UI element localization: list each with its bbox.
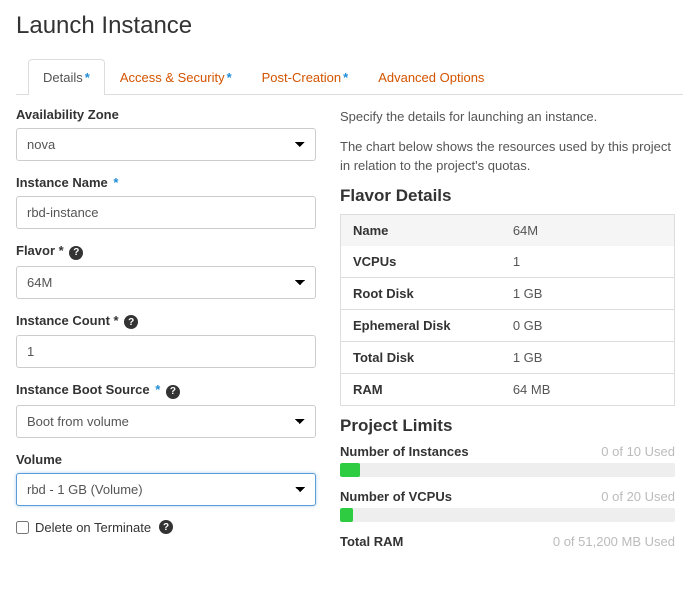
tab-details[interactable]: Details*: [28, 59, 105, 95]
flavor-select[interactable]: 64M: [16, 266, 316, 299]
project-limits-title: Project Limits: [340, 416, 675, 436]
required-asterisk: *: [113, 175, 118, 190]
progress-bar: [340, 463, 675, 477]
instance-count-label: Instance Count * ?: [16, 313, 316, 330]
required-asterisk: *: [227, 70, 232, 85]
question-circle-icon[interactable]: ?: [159, 520, 173, 534]
limit-ram: Total RAM 0 of 51,200 MB Used: [340, 534, 675, 549]
flavor-label: Flavor * ?: [16, 243, 316, 260]
limit-title: Number of Instances: [340, 444, 469, 459]
tab-label: Details: [43, 70, 83, 85]
tab-post-creation[interactable]: Post-Creation*: [247, 59, 364, 95]
limit-used: 0 of 10 Used: [601, 444, 675, 459]
volume-select[interactable]: rbd - 1 GB (Volume): [16, 473, 316, 506]
boot-source-label: Instance Boot Source * ?: [16, 382, 316, 399]
table-row: VCPUs1: [341, 246, 675, 278]
availability-zone-select[interactable]: nova: [16, 128, 316, 161]
limit-used: 0 of 51,200 MB Used: [553, 534, 675, 549]
flavor-details-title: Flavor Details: [340, 186, 675, 206]
instance-count-input[interactable]: [16, 335, 316, 368]
boot-source-select[interactable]: Boot from volume: [16, 405, 316, 438]
required-asterisk: *: [343, 70, 348, 85]
tab-label: Access & Security: [120, 70, 225, 85]
limit-used: 0 of 20 Used: [601, 489, 675, 504]
table-row: Name64M: [341, 214, 675, 246]
table-row: Total Disk1 GB: [341, 341, 675, 373]
help-text: Specify the details for launching an ins…: [340, 107, 675, 127]
limit-vcpus: Number of VCPUs 0 of 20 Used: [340, 489, 675, 522]
info-panel: Specify the details for launching an ins…: [340, 107, 683, 561]
question-circle-icon[interactable]: ?: [124, 315, 138, 329]
tab-label: Advanced Options: [378, 70, 484, 85]
form-panel: Availability Zone nova Instance Name * F…: [16, 107, 316, 561]
limit-title: Total RAM: [340, 534, 403, 549]
required-asterisk: *: [155, 382, 160, 397]
limit-title: Number of VCPUs: [340, 489, 452, 504]
required-asterisk: *: [85, 70, 90, 85]
instance-name-input[interactable]: [16, 196, 316, 229]
table-row: RAM64 MB: [341, 373, 675, 405]
question-circle-icon[interactable]: ?: [166, 385, 180, 399]
tab-label: Post-Creation: [262, 70, 341, 85]
question-circle-icon[interactable]: ?: [69, 246, 83, 260]
availability-zone-label: Availability Zone: [16, 107, 316, 122]
volume-label: Volume: [16, 452, 316, 467]
progress-bar: [340, 508, 675, 522]
help-text: The chart below shows the resources used…: [340, 137, 675, 176]
tab-advanced-options[interactable]: Advanced Options: [363, 59, 499, 95]
flavor-details-table: Name64M VCPUs1 Root Disk1 GB Ephemeral D…: [340, 214, 675, 406]
table-row: Ephemeral Disk0 GB: [341, 309, 675, 341]
instance-name-label: Instance Name *: [16, 175, 316, 190]
delete-on-terminate-label: Delete on Terminate: [35, 520, 151, 535]
tab-bar: Details* Access & Security* Post-Creatio…: [16, 58, 683, 95]
page-title: Launch Instance: [16, 12, 683, 40]
tab-access-security[interactable]: Access & Security*: [105, 59, 247, 95]
limit-instances: Number of Instances 0 of 10 Used: [340, 444, 675, 477]
table-row: Root Disk1 GB: [341, 277, 675, 309]
delete-on-terminate-checkbox[interactable]: [16, 521, 29, 534]
